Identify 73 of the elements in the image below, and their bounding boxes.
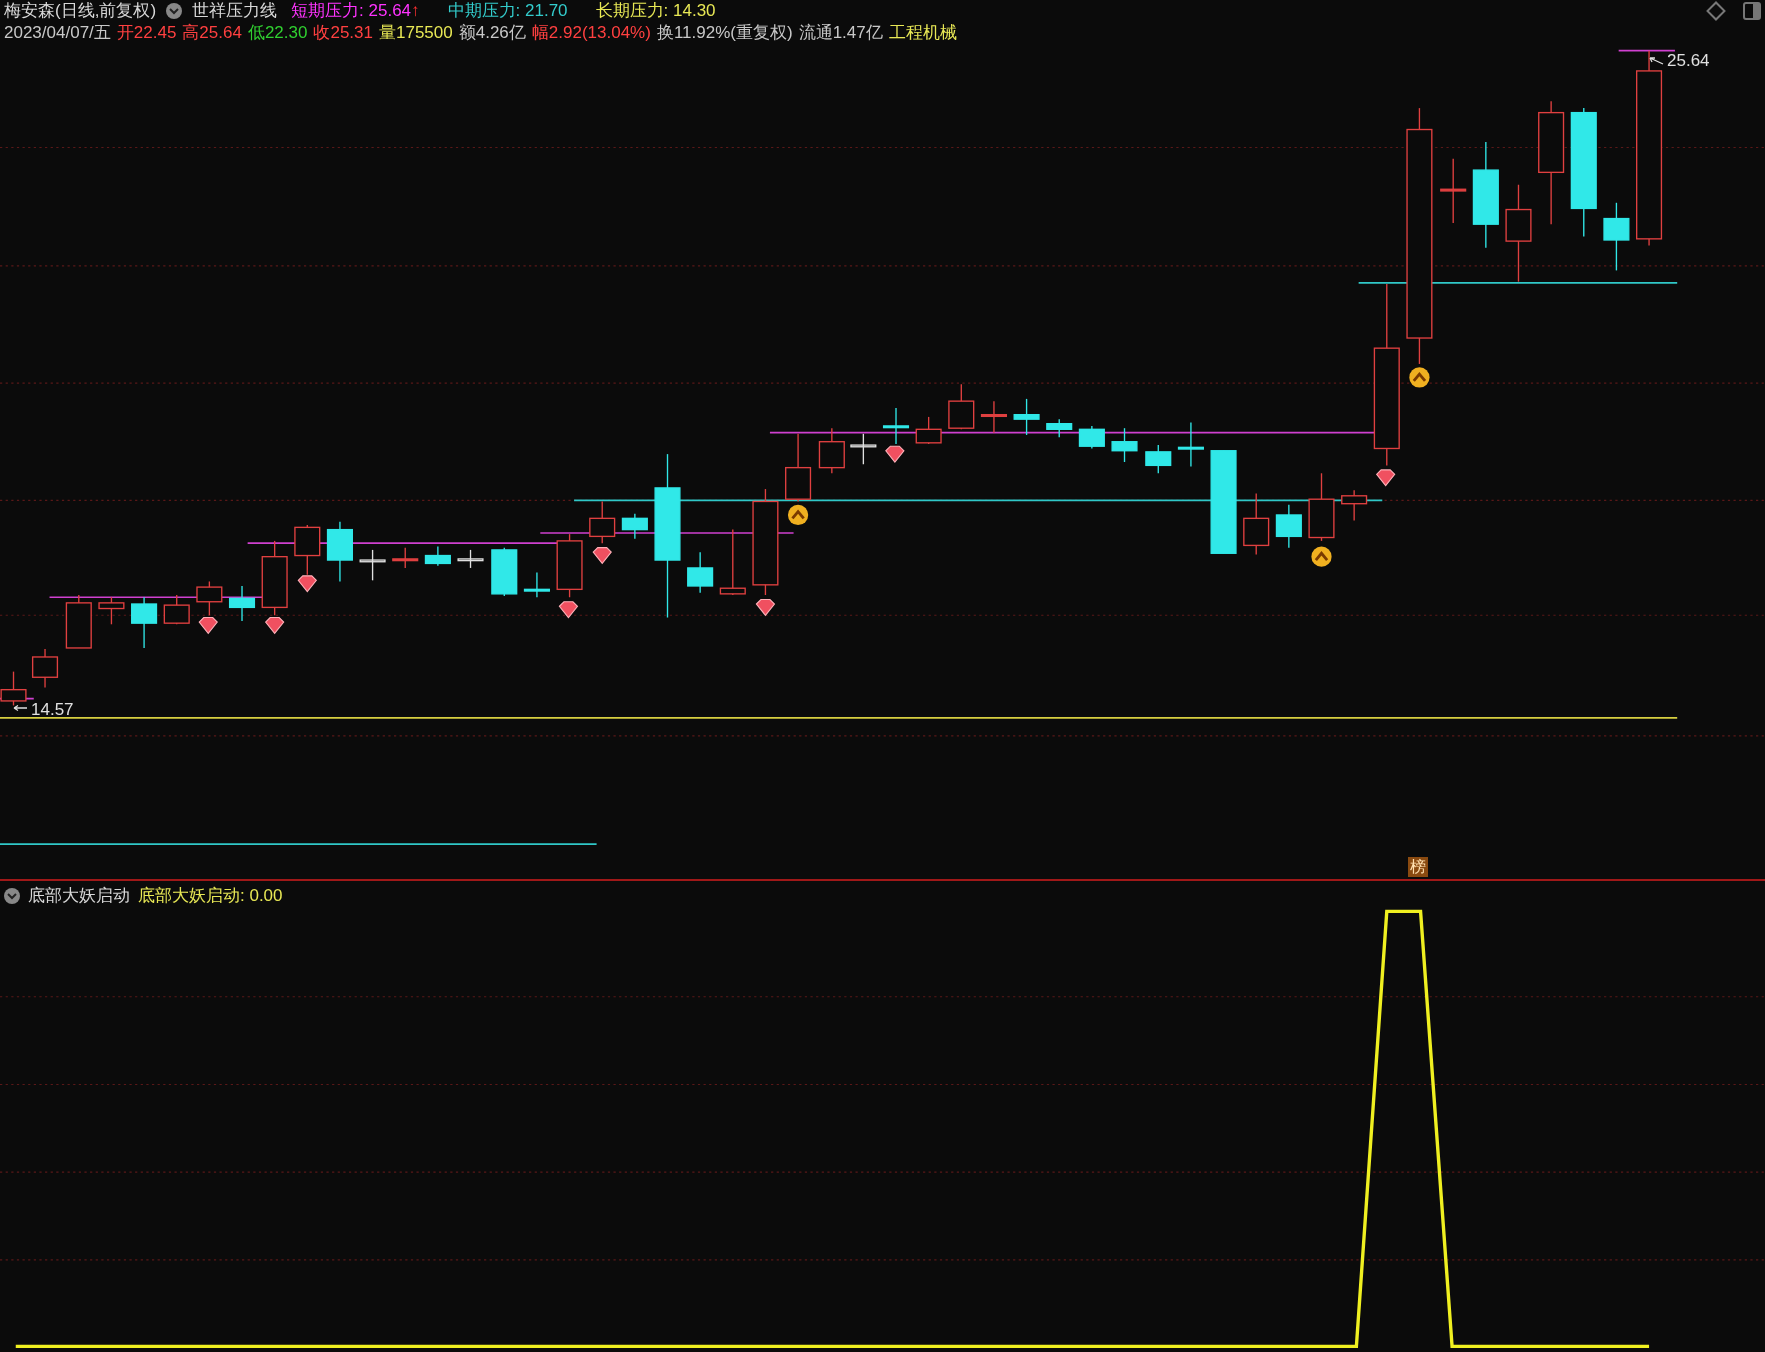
candlestick xyxy=(424,545,451,567)
dropdown-icon[interactable] xyxy=(166,3,183,19)
candlestick xyxy=(1046,418,1073,438)
candlestick xyxy=(65,594,92,649)
candlestick xyxy=(556,533,583,598)
low-price-label: 14.57 xyxy=(31,699,74,721)
candlestick xyxy=(915,416,942,445)
quote-value: 量175500 xyxy=(379,22,453,44)
candlestick xyxy=(818,427,845,474)
candlestick xyxy=(1308,472,1335,542)
candlestick xyxy=(98,596,125,625)
indicator-name: 世祥压力线 xyxy=(192,0,278,22)
candlestick xyxy=(392,546,419,569)
candlestick xyxy=(1440,158,1467,224)
high-price-label: 25.64 xyxy=(1667,50,1710,72)
gem-icon xyxy=(1375,469,1396,487)
candlestick xyxy=(850,433,877,465)
candlestick xyxy=(1145,444,1172,474)
gem-icon xyxy=(264,616,285,635)
quote-value: 工程机械 xyxy=(888,22,957,44)
candlestick xyxy=(719,528,746,596)
candlestick xyxy=(491,546,518,597)
indicator-name: 底部大妖启动 xyxy=(28,885,130,907)
pressure-line xyxy=(1617,49,1676,52)
indicator-reading: 底部大妖启动: 0.00 xyxy=(138,885,283,907)
candlestick xyxy=(1078,425,1105,450)
candlestick xyxy=(1341,489,1368,522)
indicator-reading: 短期压力: 25.64↑ xyxy=(291,0,420,22)
candlestick xyxy=(228,585,256,622)
candlestick xyxy=(163,594,190,625)
candlestick xyxy=(1013,398,1040,436)
candlestick xyxy=(131,596,158,649)
candlestick xyxy=(621,513,648,540)
gem-icon xyxy=(198,616,218,635)
candlestick xyxy=(1275,504,1302,549)
candlestick xyxy=(294,524,321,576)
candlestick xyxy=(980,400,1007,434)
dropdown-icon[interactable] xyxy=(4,888,20,904)
candlestick xyxy=(1177,421,1204,468)
quote-value: 额4.26亿 xyxy=(458,22,526,44)
candlestick xyxy=(523,571,550,598)
quote-value: 幅2.92(13.04%) xyxy=(531,22,651,44)
candlestick xyxy=(196,580,223,616)
gem-icon xyxy=(297,575,318,593)
gem-icon xyxy=(558,601,579,619)
quote-value: 流通1.47亿 xyxy=(798,22,883,44)
candlestick xyxy=(948,383,975,430)
pointer-arrow-icon xyxy=(1648,56,1664,66)
indicator-reading: 长期压力: 14.30 xyxy=(595,0,716,22)
candlestick xyxy=(1603,202,1630,272)
candlestick xyxy=(1111,427,1138,463)
gem-icon xyxy=(755,598,776,617)
candlestick xyxy=(359,549,386,581)
candlestick xyxy=(457,549,484,569)
gem-icon xyxy=(592,547,612,565)
stock-title: 梅安森(日线,前复权) xyxy=(4,0,157,22)
quote-value: 高25.64 xyxy=(182,22,242,44)
candlestick xyxy=(1243,492,1270,556)
gem-icon xyxy=(885,445,905,463)
candlestick xyxy=(326,521,353,583)
candlestick xyxy=(785,433,812,503)
panel-icon[interactable] xyxy=(1743,2,1761,20)
indicator-reading: 中期压力: 21.70 xyxy=(447,0,568,22)
rank-badge[interactable]: 榜 xyxy=(1408,857,1428,877)
candlestick xyxy=(589,500,616,544)
candlestick xyxy=(31,648,59,689)
quote-value: 收25.31 xyxy=(313,22,373,44)
quote-value: 换11.92%(重复权) xyxy=(656,22,793,44)
candlestick xyxy=(882,407,910,445)
quote-value: 开22.45 xyxy=(116,22,177,44)
quote-value: 低22.30 xyxy=(247,22,308,44)
candlestick xyxy=(687,551,714,594)
quote-value: 2023/04/07/五 xyxy=(4,22,111,44)
